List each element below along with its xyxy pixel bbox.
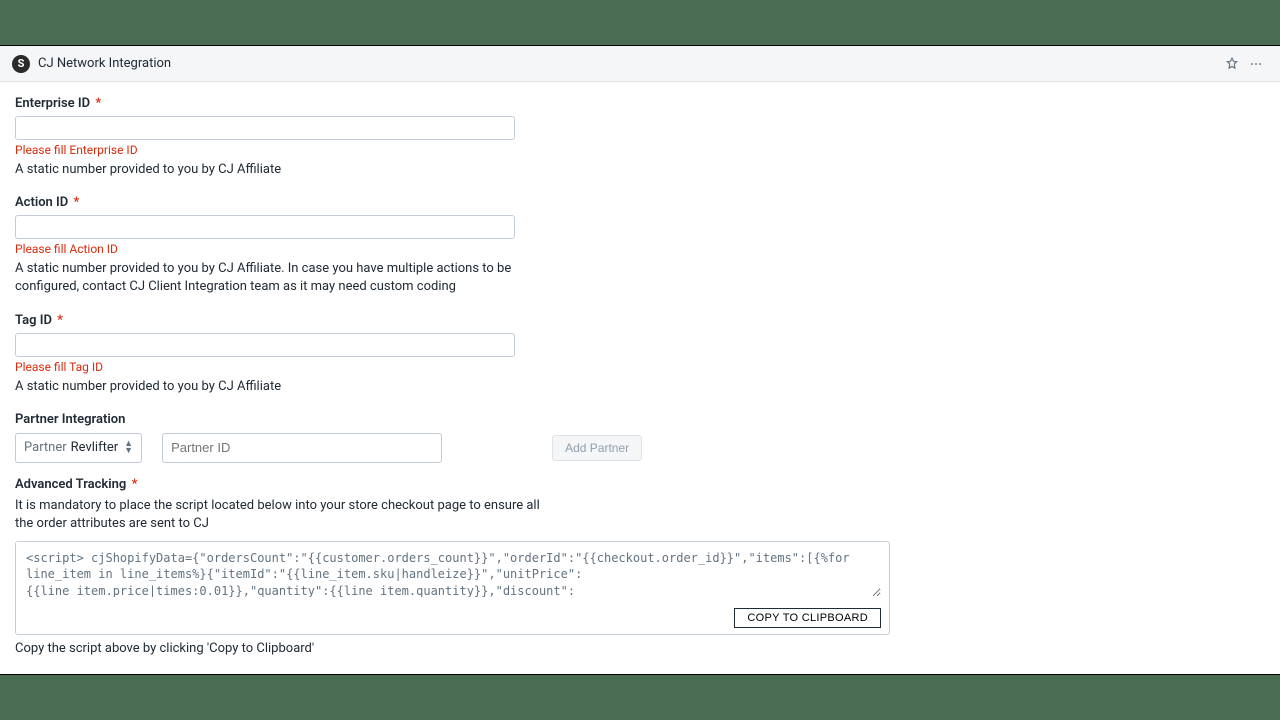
app-logo: S bbox=[12, 55, 30, 73]
tag-id-help: A static number provided to you by CJ Af… bbox=[15, 378, 545, 396]
partner-integration-label: Partner Integration bbox=[15, 412, 1265, 427]
partner-integration-section: Partner Integration Partner Revlifter ▲▼… bbox=[15, 412, 1265, 463]
more-icon[interactable] bbox=[1244, 52, 1268, 76]
enterprise-id-label: Enterprise ID * bbox=[15, 96, 545, 111]
topbar: S CJ Network Integration bbox=[0, 46, 1280, 82]
tag-id-label: Tag ID * bbox=[15, 313, 545, 328]
partner-select[interactable]: Partner Revlifter ▲▼ bbox=[15, 433, 142, 463]
advanced-tracking-help: It is mandatory to place the script loca… bbox=[15, 497, 555, 533]
script-box: COPY TO CLIPBOARD bbox=[15, 541, 890, 635]
copy-help: Copy the script above by clicking 'Copy … bbox=[15, 641, 1265, 656]
enterprise-id-input[interactable] bbox=[15, 116, 515, 140]
enterprise-id-help: A static number provided to you by CJ Af… bbox=[15, 161, 545, 179]
partner-id-input[interactable] bbox=[162, 433, 442, 463]
action-id-field: Action ID * Please fill Action ID A stat… bbox=[15, 195, 545, 296]
action-id-input[interactable] bbox=[15, 215, 515, 239]
action-id-help: A static number provided to you by CJ Af… bbox=[15, 260, 545, 296]
advanced-tracking-section: Advanced Tracking * It is mandatory to p… bbox=[15, 477, 1265, 656]
action-id-label: Action ID * bbox=[15, 195, 545, 210]
tag-id-field: Tag ID * Please fill Tag ID A static num… bbox=[15, 313, 545, 396]
script-textarea[interactable] bbox=[16, 542, 881, 598]
app-title: CJ Network Integration bbox=[38, 56, 171, 71]
tag-id-input[interactable] bbox=[15, 333, 515, 357]
pin-icon[interactable] bbox=[1220, 52, 1244, 76]
enterprise-id-error: Please fill Enterprise ID bbox=[15, 143, 545, 157]
copy-to-clipboard-button[interactable]: COPY TO CLIPBOARD bbox=[734, 608, 881, 628]
add-partner-button[interactable]: Add Partner bbox=[552, 435, 642, 461]
chevron-updown-icon: ▲▼ bbox=[124, 441, 133, 455]
tag-id-error: Please fill Tag ID bbox=[15, 360, 545, 374]
enterprise-id-field: Enterprise ID * Please fill Enterprise I… bbox=[15, 96, 545, 179]
advanced-tracking-label: Advanced Tracking * bbox=[15, 477, 1265, 492]
action-id-error: Please fill Action ID bbox=[15, 242, 545, 256]
